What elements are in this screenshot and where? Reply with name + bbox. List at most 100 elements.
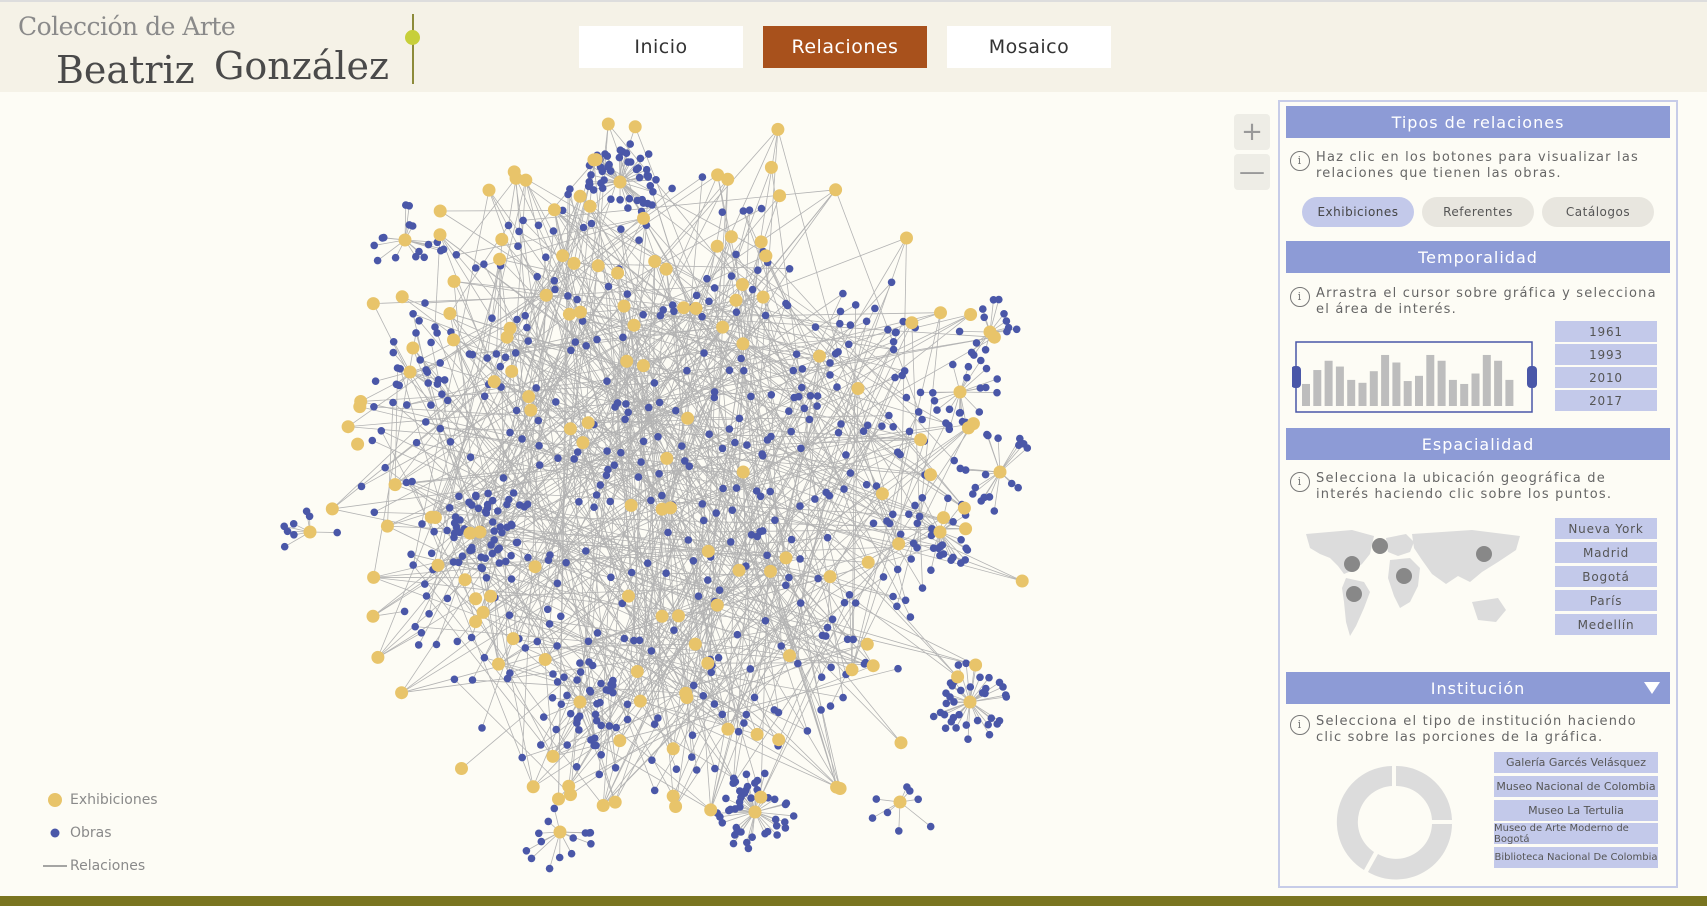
obra-node[interactable] — [611, 764, 620, 772]
obra-node[interactable] — [553, 678, 562, 686]
exhibition-node[interactable] — [672, 609, 685, 623]
obra-node[interactable] — [963, 373, 971, 382]
obra-node[interactable] — [885, 411, 893, 420]
obra-node[interactable] — [710, 700, 719, 708]
obra-node[interactable] — [732, 484, 741, 492]
obra-node[interactable] — [964, 735, 972, 743]
obra-node[interactable] — [624, 204, 632, 212]
obra-node[interactable] — [839, 693, 847, 702]
institution-tag[interactable]: Museo de Arte Moderno de Bogotá — [1494, 823, 1658, 845]
obra-node[interactable] — [684, 536, 693, 544]
exhibition-node[interactable] — [829, 183, 843, 197]
exhibition-node[interactable] — [750, 727, 764, 741]
obra-node[interactable] — [416, 356, 425, 364]
obra-node[interactable] — [735, 798, 744, 806]
exhibition-node[interactable] — [581, 416, 595, 430]
obra-node[interactable] — [425, 610, 433, 618]
obra-node[interactable] — [607, 195, 615, 203]
obra-node[interactable] — [433, 380, 442, 388]
obra-node[interactable] — [482, 574, 491, 582]
obra-node[interactable] — [389, 348, 398, 357]
obra-node[interactable] — [722, 794, 730, 803]
obra-node[interactable] — [945, 405, 954, 414]
obra-node[interactable] — [782, 581, 790, 590]
obra-node[interactable] — [644, 403, 653, 412]
obra-node[interactable] — [560, 673, 568, 681]
obra-node[interactable] — [990, 507, 999, 515]
obra-node[interactable] — [895, 827, 903, 835]
obra-node[interactable] — [734, 727, 743, 736]
obra-node[interactable] — [947, 556, 955, 564]
exhibition-node[interactable] — [484, 589, 498, 603]
exhibition-node[interactable] — [934, 306, 947, 320]
obra-node[interactable] — [957, 559, 965, 567]
obra-node[interactable] — [519, 216, 527, 225]
obra-node[interactable] — [781, 818, 789, 826]
obra-node[interactable] — [914, 795, 922, 804]
obra-node[interactable] — [420, 253, 429, 262]
exhibition-node[interactable] — [710, 598, 724, 612]
obra-node[interactable] — [647, 647, 656, 655]
obra-node[interactable] — [823, 623, 832, 632]
obra-node[interactable] — [551, 285, 559, 294]
obra-node[interactable] — [796, 555, 804, 563]
obra-node[interactable] — [567, 346, 575, 355]
obra-node[interactable] — [878, 422, 886, 431]
obra-node[interactable] — [402, 201, 410, 209]
obra-node[interactable] — [474, 504, 483, 513]
exhibition-node[interactable] — [701, 656, 715, 670]
obra-node[interactable] — [436, 359, 445, 367]
brush-handle-left[interactable] — [1292, 366, 1301, 388]
obra-node[interactable] — [478, 724, 486, 732]
obra-node[interactable] — [515, 227, 523, 236]
obra-node[interactable] — [443, 396, 452, 405]
exhibition-node[interactable] — [681, 411, 695, 425]
obra-node[interactable] — [732, 250, 740, 259]
obra-node[interactable] — [533, 272, 541, 281]
obra-node[interactable] — [792, 350, 801, 359]
obra-node[interactable] — [727, 272, 736, 280]
obra-node[interactable] — [521, 311, 529, 320]
obra-node[interactable] — [615, 153, 624, 162]
obra-node[interactable] — [777, 642, 785, 650]
obra-node[interactable] — [993, 375, 1001, 383]
exhibition-node[interactable] — [851, 382, 865, 395]
obra-node[interactable] — [977, 356, 985, 365]
obra-node[interactable] — [774, 708, 783, 717]
obra-node[interactable] — [612, 723, 620, 732]
obra-node[interactable] — [796, 502, 804, 510]
obra-node[interactable] — [692, 766, 701, 774]
obra-node[interactable] — [549, 227, 558, 235]
obra-node[interactable] — [787, 535, 796, 544]
obra-node[interactable] — [884, 325, 892, 334]
exhibition-node[interactable] — [366, 297, 380, 311]
exhibition-node[interactable] — [507, 165, 521, 179]
obra-node[interactable] — [972, 339, 981, 347]
obra-node[interactable] — [480, 392, 489, 401]
obra-node[interactable] — [381, 463, 390, 472]
obra-node[interactable] — [555, 853, 564, 862]
obra-node[interactable] — [586, 828, 595, 837]
obra-node[interactable] — [813, 402, 821, 410]
obra-node[interactable] — [466, 453, 475, 462]
obra-node[interactable] — [834, 428, 843, 437]
obra-node[interactable] — [573, 448, 582, 456]
obra-node[interactable] — [634, 164, 642, 172]
obra-node[interactable] — [699, 516, 708, 525]
obra-node[interactable] — [969, 490, 977, 498]
exhibition-node[interactable] — [680, 691, 694, 704]
exhibition-node[interactable] — [701, 544, 715, 558]
exhibition-node[interactable] — [666, 742, 680, 756]
obra-node[interactable] — [940, 710, 949, 719]
obra-node[interactable] — [411, 622, 420, 631]
exhibition-node[interactable] — [754, 235, 768, 249]
obra-node[interactable] — [593, 700, 601, 708]
obra-node[interactable] — [623, 715, 632, 724]
obra-node[interactable] — [621, 415, 629, 424]
obra-node[interactable] — [743, 782, 752, 791]
obra-node[interactable] — [737, 354, 745, 363]
obra-node[interactable] — [418, 520, 426, 528]
obra-node[interactable] — [649, 188, 657, 196]
institution-donut[interactable] — [1336, 762, 1456, 882]
obra-node[interactable] — [458, 552, 467, 560]
